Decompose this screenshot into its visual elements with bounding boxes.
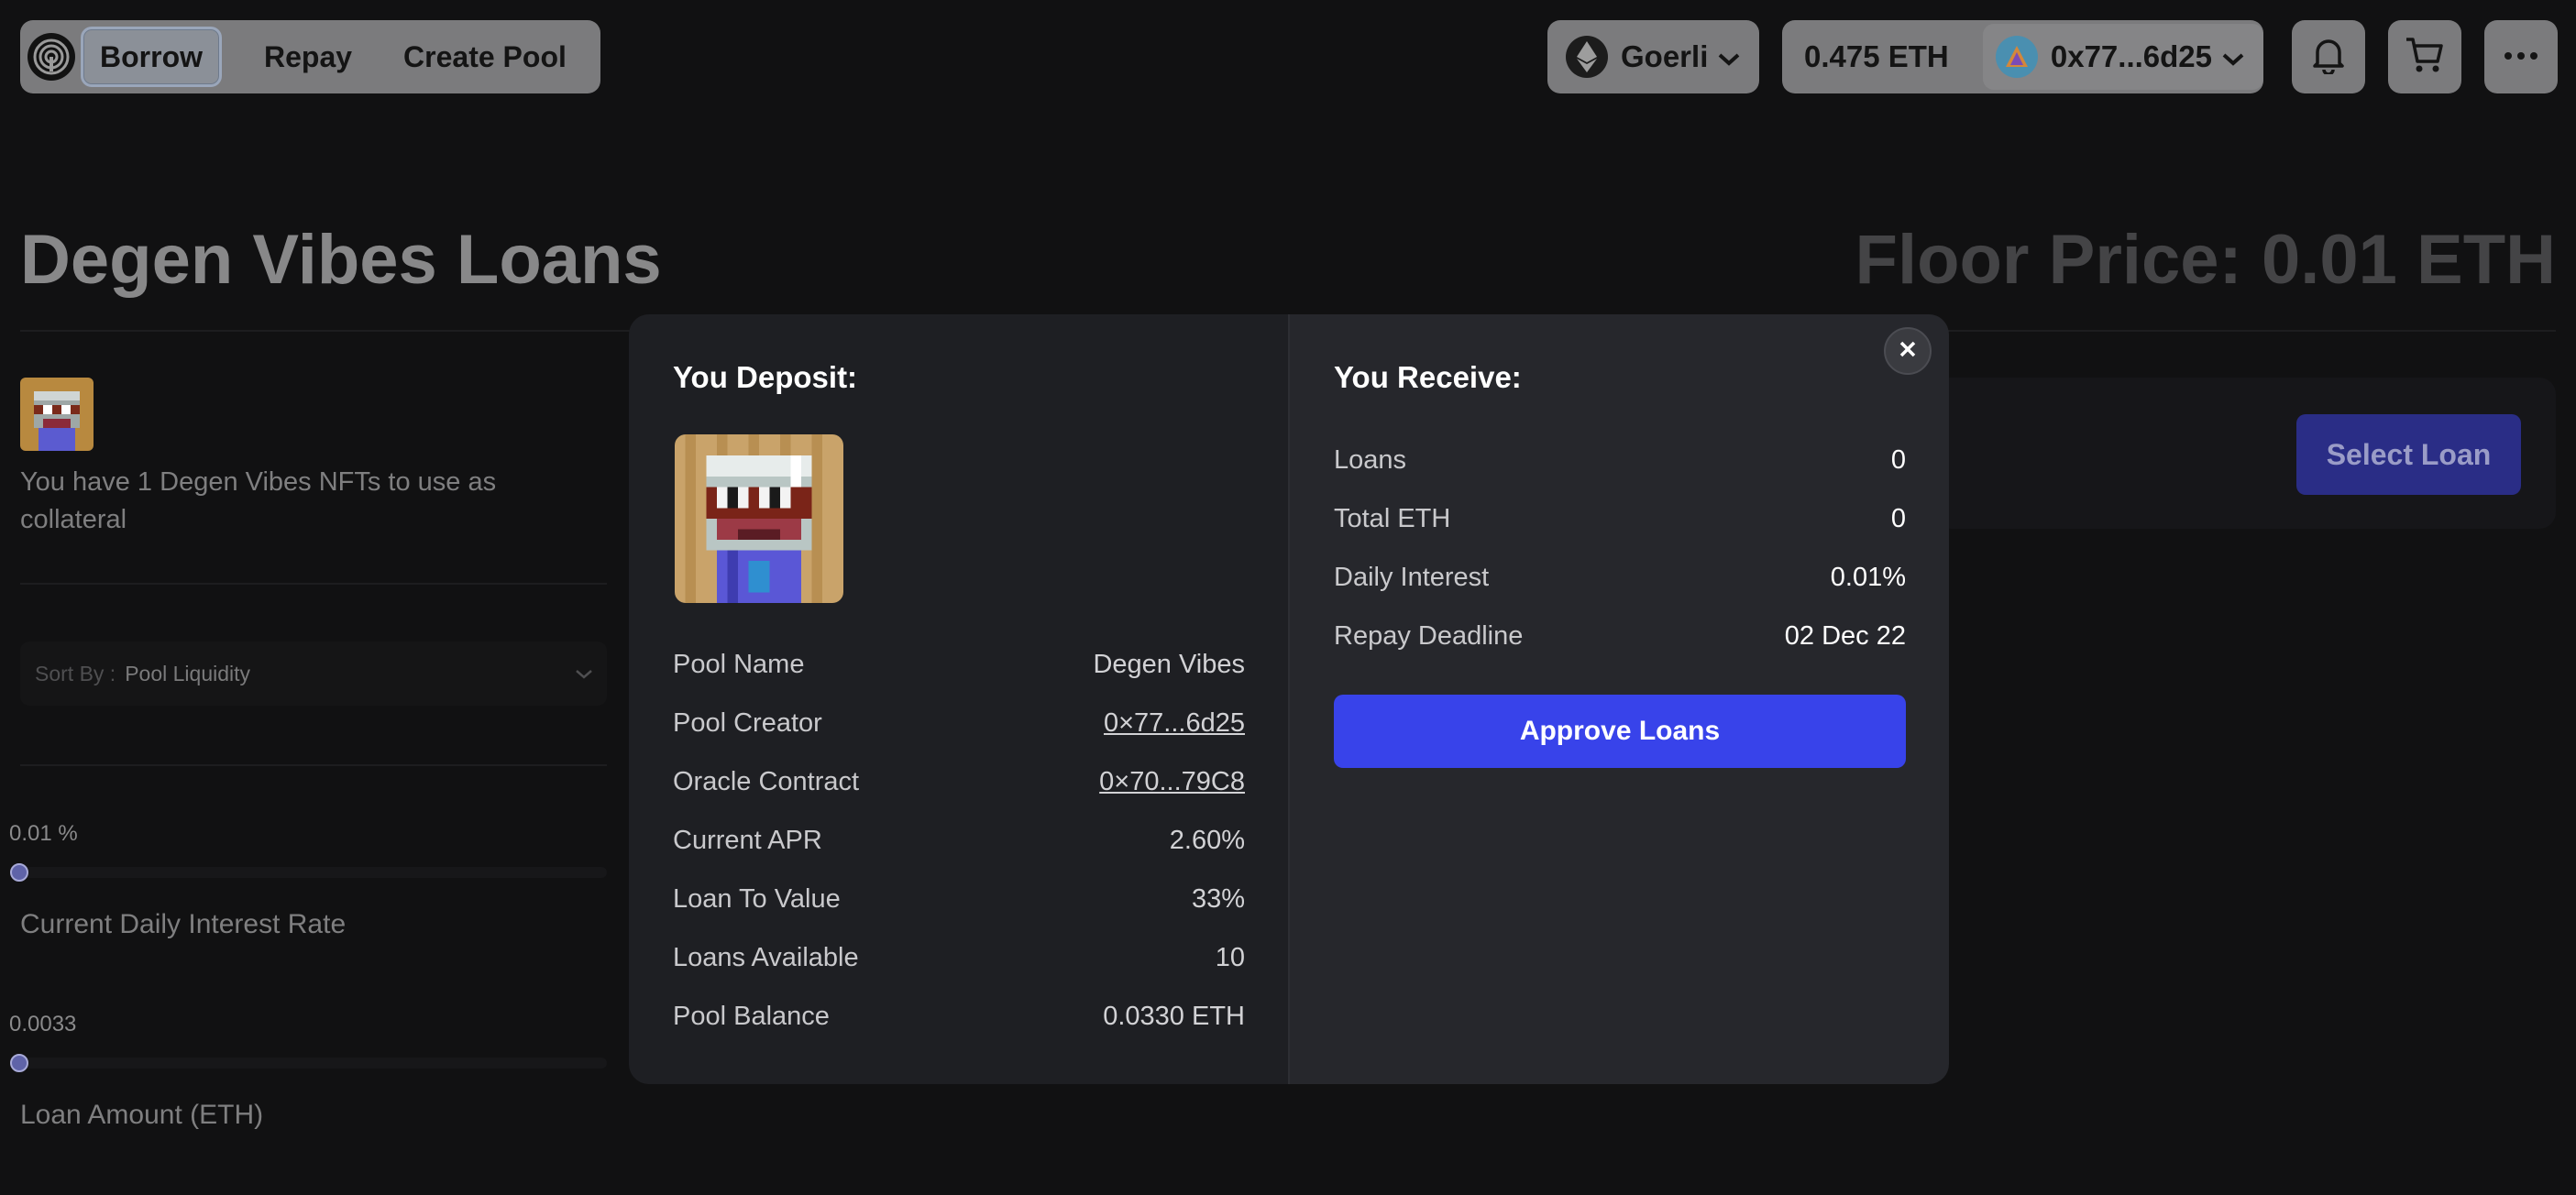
row-value: 0	[1890, 504, 1906, 533]
deposit-row-loan-to-value: Loan To Value 33%	[673, 884, 1245, 915]
deposit-title: You Deposit:	[673, 360, 858, 394]
deposit-nft-image	[675, 434, 843, 603]
row-key: Loan To Value	[673, 884, 841, 914]
approve-loans-button[interactable]: Approve Loans	[1334, 695, 1906, 768]
collateral-text: You have 1 Degen Vibes NFTs to use as co…	[20, 467, 497, 534]
row-key: Total ETH	[1334, 504, 1451, 533]
receive-row-total-eth: Total ETH 0	[1334, 504, 1906, 534]
deposit-row-loans-available: Loans Available 10	[673, 943, 1245, 973]
sort-by-value: Pool Liquidity	[125, 661, 251, 685]
sort-by-label: Sort By :	[35, 661, 116, 685]
row-key: Pool Name	[673, 650, 805, 679]
divider	[20, 764, 607, 766]
loan-amount-value: 0.0033	[9, 1012, 77, 1036]
network-selector[interactable]: Goerli	[1547, 20, 1759, 93]
deposit-row-pool-name: Pool Name Degen Vibes	[673, 650, 1245, 680]
receive-row-daily-interest: Daily Interest 0.01%	[1334, 563, 1906, 593]
receive-row-repay-deadline: Repay Deadline 02 Dec 22	[1334, 621, 1906, 652]
more-icon	[2503, 49, 2539, 65]
cart-icon	[2405, 36, 2445, 79]
deposit-panel: You Deposit: Pool Name Degen Vibes Pool …	[629, 314, 1288, 1084]
account-avatar-icon	[1995, 36, 2038, 78]
row-key: Pool Creator	[673, 708, 822, 738]
deposit-row-pool-creator: Pool Creator 0×77...6d25	[673, 708, 1245, 739]
interest-rate-value: 0.01 %	[9, 821, 78, 846]
row-value: 10	[1215, 943, 1245, 972]
wallet-button[interactable]: 0.475 ETH 0x77...6d25	[1782, 20, 2263, 93]
close-icon	[1898, 339, 1918, 364]
chevron-down-icon	[2221, 39, 2245, 74]
row-value: 33%	[1191, 884, 1245, 914]
select-loan-button[interactable]: Select Loan	[2296, 414, 2521, 495]
oracle-contract-link[interactable]: 0×70...79C8	[1099, 767, 1245, 797]
deposit-row-current-apr: Current APR 2.60%	[673, 826, 1245, 856]
wallet-balance: 0.475 ETH	[1804, 39, 1949, 73]
loan-modal: You Deposit: Pool Name Degen Vibes Pool …	[629, 314, 1949, 1084]
page-title: Degen Vibes Loans	[20, 221, 662, 299]
nav-repay[interactable]: Repay	[248, 29, 369, 84]
row-value: 0	[1890, 445, 1906, 475]
sort-by-select[interactable]: Sort By : Pool Liquidity	[20, 641, 607, 706]
row-key: Current APR	[673, 826, 822, 855]
divider	[20, 583, 607, 585]
bell-icon	[2310, 36, 2347, 79]
row-key: Daily Interest	[1334, 563, 1490, 592]
receive-panel: You Receive: Loans 0 Total ETH 0 Daily I…	[1288, 314, 1949, 1084]
deposit-row-oracle-contract: Oracle Contract 0×70...79C8	[673, 767, 1245, 797]
network-name: Goerli	[1621, 39, 1709, 73]
row-value: 0.01%	[1830, 563, 1906, 592]
nft-thumbnail[interactable]	[20, 378, 94, 451]
row-value: 02 Dec 22	[1784, 621, 1906, 651]
receive-row-loans: Loans 0	[1334, 445, 1906, 476]
deposit-row-pool-balance: Pool Balance 0.0330 ETH	[673, 1002, 1245, 1032]
chevron-down-icon	[1717, 39, 1741, 74]
app-logo-icon[interactable]	[28, 33, 75, 81]
account-address: 0x77...6d25	[2050, 39, 2212, 73]
account-selector[interactable]: 0x77...6d25	[1982, 24, 2263, 90]
loan-amount-slider[interactable]	[20, 1058, 607, 1069]
row-value: 2.60%	[1169, 826, 1245, 855]
close-modal-button[interactable]	[1884, 327, 1932, 375]
notifications-button[interactable]	[2292, 20, 2365, 93]
row-key: Loans	[1334, 445, 1407, 475]
interest-rate-label: Current Daily Interest Rate	[20, 909, 347, 939]
more-button[interactable]	[2484, 20, 2558, 93]
interest-rate-slider[interactable]	[20, 867, 607, 878]
cart-button[interactable]	[2388, 20, 2461, 93]
row-value: 0.0330 ETH	[1103, 1002, 1245, 1031]
ethereum-icon	[1566, 36, 1608, 78]
row-key: Pool Balance	[673, 1002, 830, 1031]
main-nav: Borrow Repay Create Pool	[20, 20, 600, 93]
row-key: Loans Available	[673, 943, 859, 972]
floor-price: Floor Price: 0.01 ETH	[1855, 221, 2556, 299]
row-key: Oracle Contract	[673, 767, 860, 796]
pool-creator-link[interactable]: 0×77...6d25	[1104, 708, 1245, 739]
row-key: Repay Deadline	[1334, 621, 1524, 651]
loan-amount-slider-handle[interactable]	[10, 1054, 28, 1072]
row-value: Degen Vibes	[1093, 650, 1245, 679]
nav-borrow[interactable]: Borrow	[81, 27, 222, 87]
receive-title: You Receive:	[1334, 360, 1522, 394]
nav-create-pool[interactable]: Create Pool	[387, 29, 583, 84]
interest-rate-slider-handle[interactable]	[10, 863, 28, 882]
loan-amount-label: Loan Amount (ETH)	[20, 1100, 264, 1130]
chevron-down-icon	[574, 662, 594, 686]
